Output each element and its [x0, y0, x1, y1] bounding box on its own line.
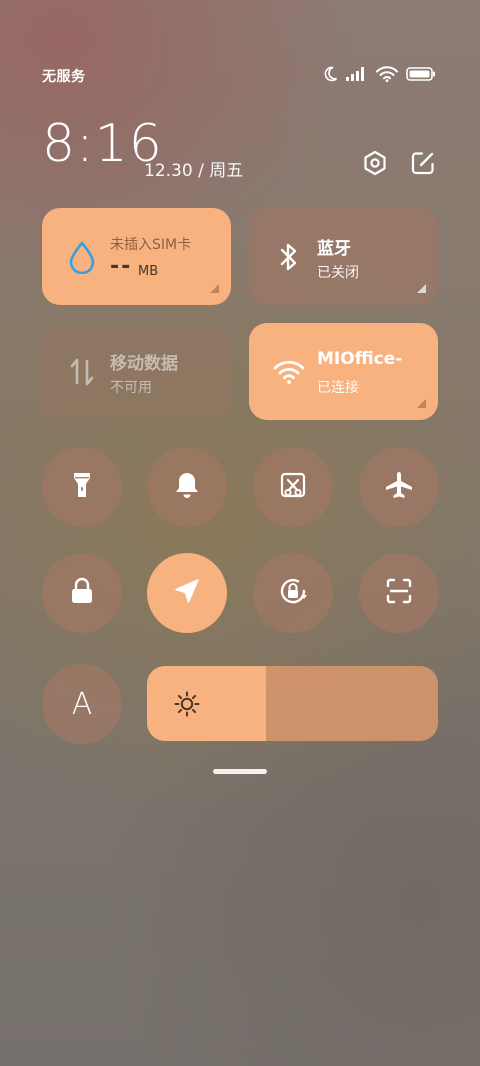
screenshot-toggle[interactable] — [253, 447, 333, 527]
bluetooth-status: 已关闭 — [317, 265, 359, 281]
mobile-data-icon — [66, 356, 98, 388]
carrier-label: 无服务 — [42, 69, 86, 85]
data-usage-value: -- — [110, 254, 133, 279]
sim-status-label: 未插入SIM卡 — [110, 237, 192, 253]
brightness-sun-icon — [173, 690, 201, 718]
brightness-level-fill — [147, 666, 267, 741]
screenshot-icon — [278, 470, 308, 504]
mobile-data-status: 不可用 — [110, 380, 152, 396]
auto-brightness-toggle[interactable]: A — [42, 664, 122, 744]
expand-corner-icon — [210, 284, 219, 293]
auto-brightness-label: A — [71, 686, 93, 722]
scanner-icon — [385, 577, 413, 609]
expand-corner-icon — [417, 284, 426, 293]
data-usage-unit: MB — [138, 264, 159, 279]
header-actions — [362, 150, 436, 176]
battery-icon — [406, 67, 436, 81]
bluetooth-tile[interactable]: 蓝牙 已关闭 — [249, 208, 438, 305]
scanner-toggle[interactable] — [359, 553, 439, 633]
mobile-data-tile[interactable]: 移动数据 不可用 — [42, 323, 231, 420]
location-toggle[interactable] — [147, 553, 227, 633]
droplet-icon — [66, 241, 98, 274]
bell-icon — [173, 470, 201, 504]
wifi-icon — [376, 66, 398, 82]
moon-icon — [322, 66, 338, 82]
home-indicator[interactable] — [213, 769, 267, 774]
airplane-mode-toggle[interactable] — [359, 447, 439, 527]
location-icon — [173, 577, 201, 609]
airplane-icon — [384, 470, 414, 504]
status-icons — [322, 66, 436, 82]
bluetooth-title: 蓝牙 — [317, 239, 351, 259]
expand-corner-icon — [417, 399, 426, 408]
flashlight-toggle[interactable] — [42, 447, 122, 527]
ring-mode-toggle[interactable] — [147, 447, 227, 527]
rotation-lock-icon — [277, 575, 309, 611]
rotation-lock-toggle[interactable] — [253, 553, 333, 633]
flashlight-icon — [70, 470, 94, 504]
wifi-tile[interactable]: MIOffice- 已连接 — [249, 323, 438, 420]
settings-icon[interactable] — [362, 150, 388, 176]
data-usage-tile[interactable]: 未插入SIM卡 -- MB — [42, 208, 231, 305]
lock-screen-toggle[interactable] — [42, 553, 122, 633]
brightness-slider[interactable] — [147, 666, 438, 741]
status-bar: 无服务 — [0, 60, 480, 92]
wifi-network-name: MIOffice- — [317, 349, 403, 369]
clock-date: 12.30 / 周五 — [144, 161, 244, 181]
mobile-data-title: 移动数据 — [110, 354, 178, 374]
wifi-icon — [273, 356, 305, 388]
bluetooth-icon — [273, 241, 305, 273]
wifi-status: 已连接 — [317, 380, 359, 396]
lock-icon — [69, 577, 95, 609]
edit-icon[interactable] — [410, 150, 436, 176]
signal-icon — [346, 67, 368, 81]
